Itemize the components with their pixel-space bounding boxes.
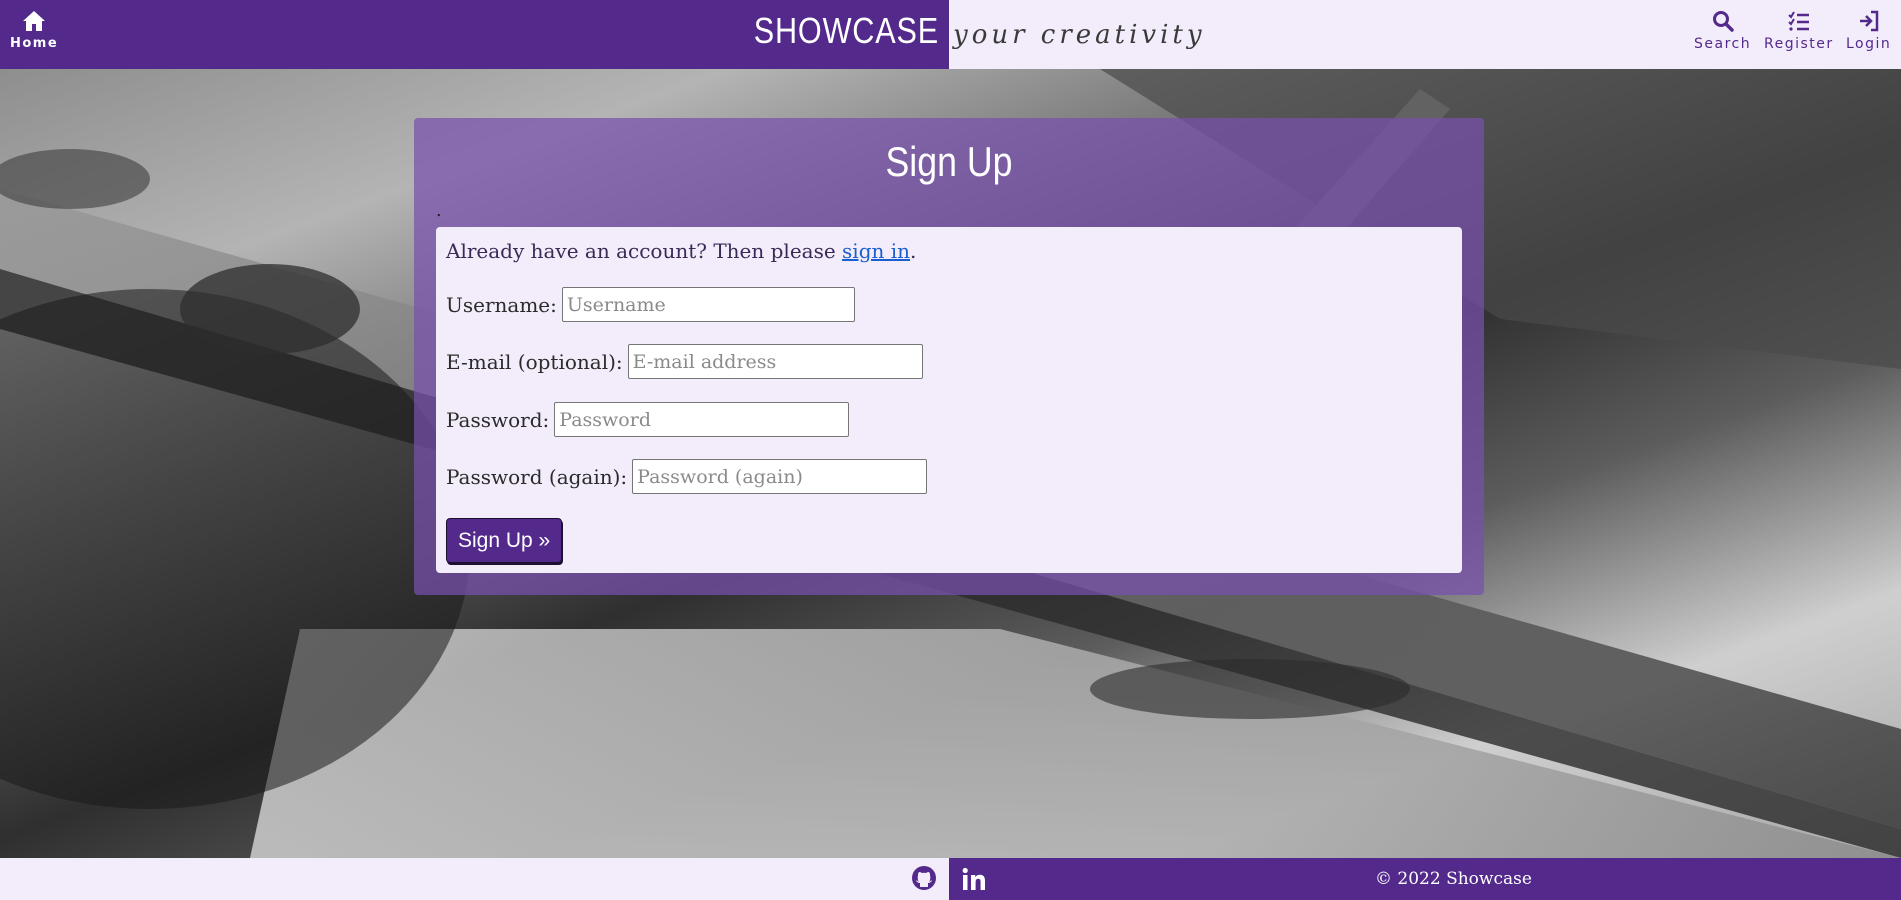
- signin-prompt-text: Already have an account? Then please: [446, 239, 843, 263]
- navbar-right: your creativity Search Register Login: [949, 0, 1901, 69]
- nav-search[interactable]: Search: [1694, 10, 1751, 52]
- email-label: E-mail (optional):: [446, 349, 623, 374]
- password-row: Password:: [446, 402, 850, 437]
- signin-prompt: Already have an account? Then please sig…: [446, 239, 916, 263]
- signin-prompt-suffix: .: [910, 239, 917, 263]
- navbar-left: Home SHOWCASE: [0, 0, 949, 69]
- github-link[interactable]: [911, 865, 937, 895]
- username-label: Username:: [446, 292, 557, 317]
- nav-register-label: Register: [1764, 36, 1834, 52]
- checklist-icon: [1788, 11, 1809, 31]
- email-row: E-mail (optional):: [446, 344, 923, 379]
- home-icon: [23, 11, 46, 31]
- brand-title[interactable]: SHOWCASE: [754, 10, 939, 52]
- nav-search-label: Search: [1694, 36, 1752, 52]
- linkedin-icon: [962, 867, 985, 890]
- login-icon: [1859, 10, 1878, 32]
- footer-right: © 2022 Showcase: [949, 858, 1901, 900]
- password-input[interactable]: [554, 402, 850, 437]
- nav-login-label: Login: [1846, 36, 1892, 52]
- copyright-text: © 2022 Showcase: [1375, 869, 1532, 889]
- signup-card: Sign Up . Already have an account? Then …: [414, 118, 1484, 595]
- password-label: Password:: [446, 407, 550, 432]
- signup-submit-button[interactable]: Sign Up »: [446, 518, 563, 563]
- home-link[interactable]: Home: [10, 10, 58, 51]
- search-icon: [1712, 11, 1734, 32]
- username-input[interactable]: [561, 287, 855, 322]
- footer: © 2022 Showcase: [0, 858, 1901, 900]
- stray-dot: .: [436, 200, 442, 221]
- page-title: Sign Up: [885, 138, 1013, 185]
- home-label: Home: [10, 36, 59, 51]
- footer-left: [0, 858, 949, 900]
- email-input[interactable]: [627, 344, 923, 379]
- username-row: Username:: [446, 287, 855, 322]
- signin-link[interactable]: sign in: [842, 239, 910, 263]
- password-again-row: Password (again):: [446, 459, 928, 494]
- password-again-label: Password (again):: [446, 464, 628, 489]
- linkedin-link[interactable]: [961, 866, 987, 896]
- signup-form: Already have an account? Then please sig…: [436, 227, 1462, 573]
- nav-login[interactable]: Login: [1846, 10, 1891, 52]
- nav-register[interactable]: Register: [1764, 10, 1834, 52]
- brand-tagline: your creativity: [953, 20, 1206, 50]
- github-icon: [912, 866, 936, 890]
- top-navbar: Home SHOWCASE your creativity Search Reg…: [0, 0, 1901, 69]
- password-again-input[interactable]: [632, 459, 928, 494]
